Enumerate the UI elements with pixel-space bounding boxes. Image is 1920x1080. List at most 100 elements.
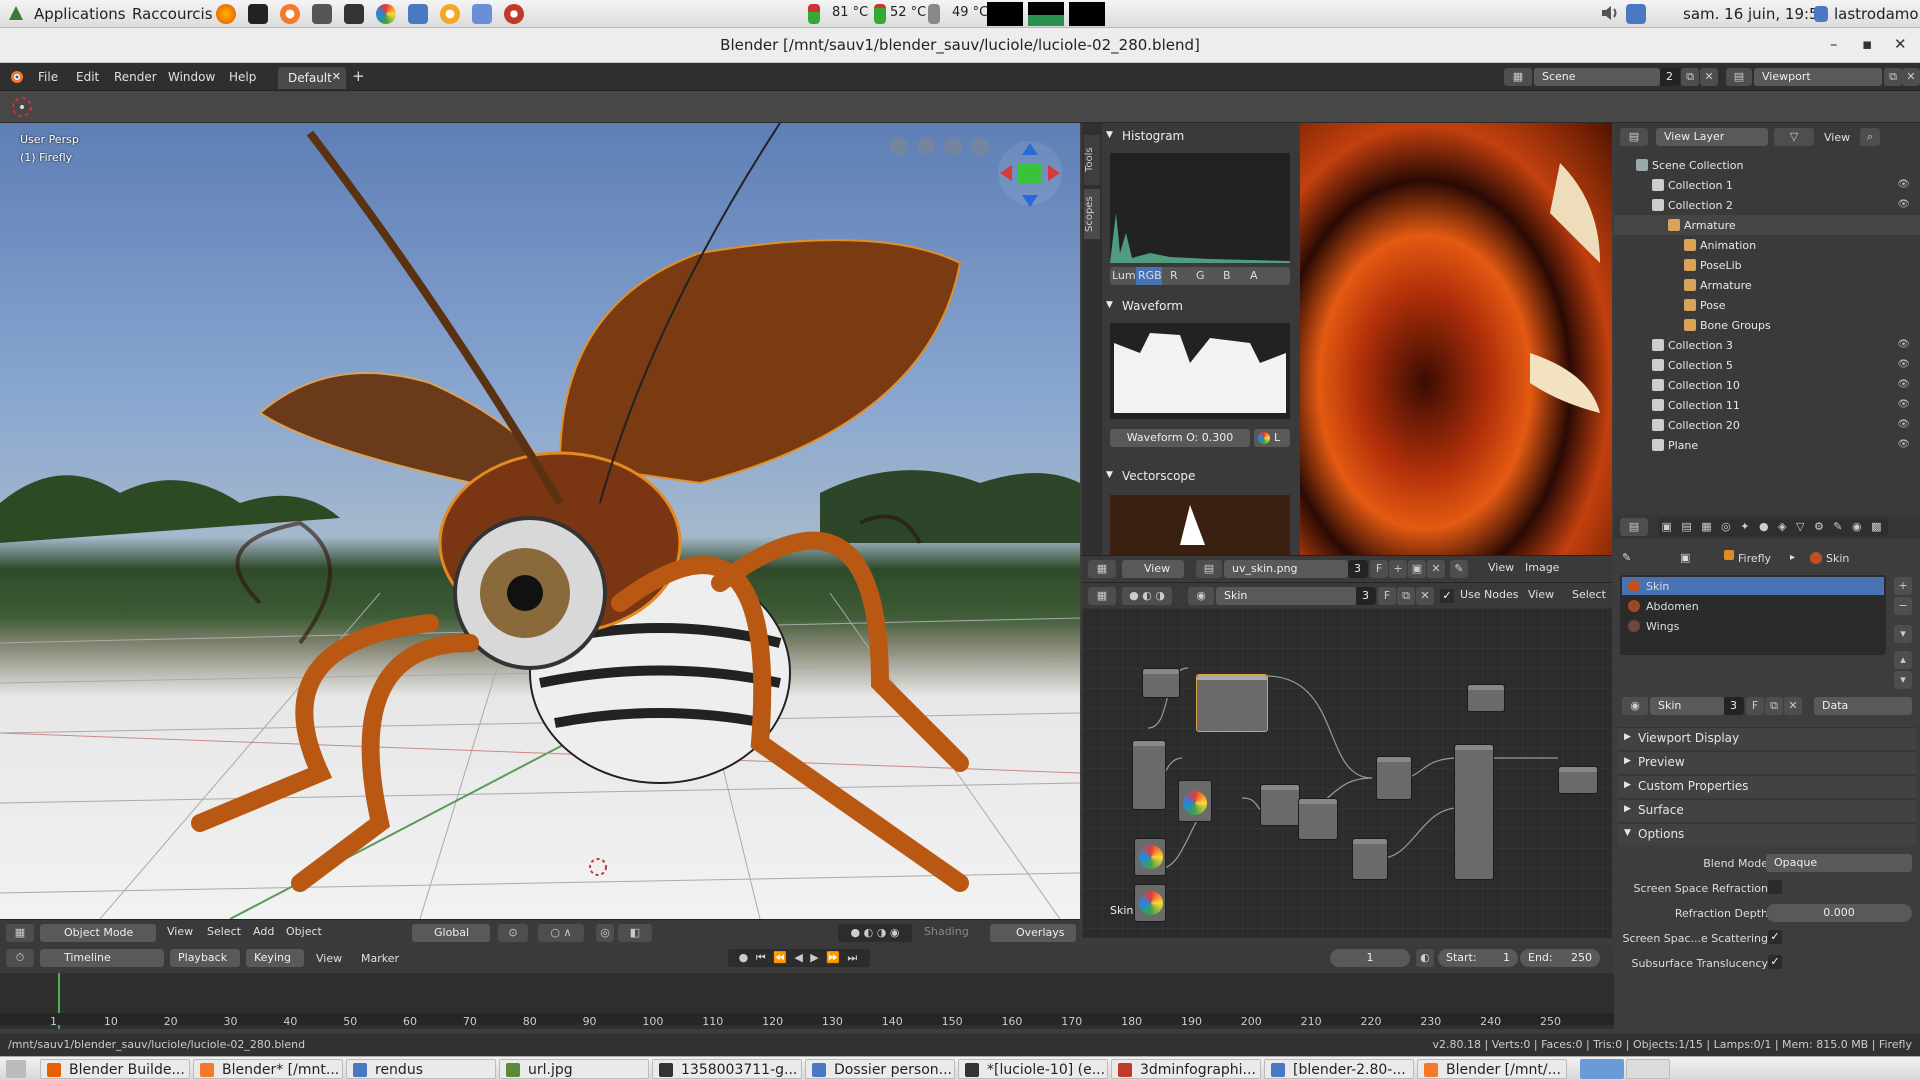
network-icon[interactable] <box>1626 4 1646 24</box>
gimp-launcher-icon[interactable] <box>312 4 332 24</box>
shading-dropdown[interactable]: Shading <box>924 925 969 938</box>
view-layer-dropdown[interactable]: View Layer <box>1656 128 1768 146</box>
properties-panel-header[interactable]: ▶ Custom Properties <box>1618 775 1916 797</box>
menu-render[interactable]: Render <box>114 70 157 84</box>
taskbar-item[interactable]: 1358003711-g... <box>652 1059 802 1079</box>
properties-type-icon[interactable]: ▤ <box>1620 518 1648 536</box>
visibility-icon[interactable]: 👁 <box>1897 199 1910 210</box>
lock-camera-icon[interactable] <box>888 135 910 160</box>
volume-icon[interactable] <box>1600 3 1622 27</box>
viewport-menu-add[interactable]: Add <box>253 925 274 938</box>
node-menu-select[interactable]: Select <box>1572 588 1606 601</box>
image-view-dropdown[interactable]: View <box>1122 560 1184 578</box>
node-selected[interactable] <box>1196 674 1268 732</box>
properties-panel-header[interactable]: ▶ Surface <box>1618 799 1916 821</box>
visibility-icon[interactable]: 👁 <box>1897 179 1910 190</box>
show-desktop-icon[interactable] <box>6 1060 26 1078</box>
color-input-node[interactable] <box>1134 884 1166 922</box>
scene-field[interactable]: Scene <box>1534 68 1660 86</box>
color-input-node[interactable] <box>1134 838 1166 876</box>
taskbar-item[interactable]: *[luciole-10] (e... <box>958 1059 1108 1079</box>
mode-dropdown[interactable]: Object Mode <box>40 924 156 942</box>
visibility-icon[interactable]: 👁 <box>1897 359 1910 370</box>
3d-viewport[interactable]: User Persp (1) Firefly <box>0 123 1080 919</box>
channel-rgb[interactable]: RGB <box>1136 267 1162 285</box>
snap-icon[interactable]: ○ ∧ <box>538 924 584 942</box>
outliner-row[interactable]: Collection 3 👁 <box>1614 335 1920 355</box>
new-material-icon[interactable]: ⧉ <box>1765 697 1783 715</box>
visibility-icon[interactable]: 👁 <box>1897 439 1910 450</box>
principled-bsdf-node[interactable] <box>1454 744 1494 880</box>
image-menu-view[interactable]: View <box>1488 561 1514 574</box>
refraction-depth-field[interactable]: 0.000 <box>1766 904 1912 922</box>
visibility-icon[interactable]: 👁 <box>1897 339 1910 350</box>
material-link-dropdown[interactable]: Data <box>1814 697 1912 715</box>
waveform-header[interactable]: ▼ Waveform <box>1106 297 1314 317</box>
taskbar-item[interactable]: 3dminfographi... <box>1111 1059 1261 1079</box>
channel-r[interactable]: R <box>1170 269 1178 282</box>
image-menu-image[interactable]: Image <box>1525 561 1559 574</box>
close-tab-icon[interactable]: ✕ <box>332 70 341 83</box>
outliner-row[interactable]: Collection 20 👁 <box>1614 415 1920 435</box>
sss-checkbox[interactable]: ✓ <box>1768 930 1782 944</box>
preview-range-icon[interactable]: ◐ <box>1416 949 1434 967</box>
start-frame-field[interactable]: Start: 1 <box>1438 949 1518 967</box>
channel-a[interactable]: A <box>1250 269 1258 282</box>
menu-file[interactable]: File <box>38 70 58 84</box>
outliner-row[interactable]: Pose <box>1614 295 1920 315</box>
node[interactable] <box>1376 756 1412 800</box>
new-scene-icon[interactable]: ⧉ <box>1681 68 1699 86</box>
properties-context-tabs[interactable]: ▣ ▤ ▦ ◎ ✦ ● ◈ ▽ ⚙ ✎ ◉ ▩ <box>1658 518 1888 536</box>
vectorscope-header[interactable]: ▼ Vectorscope <box>1106 467 1314 487</box>
viewport-menu-object[interactable]: Object <box>286 925 322 938</box>
node-editor-type-icon[interactable]: ▦ <box>1088 587 1116 605</box>
outliner-row[interactable]: Armature <box>1614 215 1920 235</box>
tab-scopes[interactable]: Scopes <box>1084 189 1100 239</box>
outliner-row[interactable]: PoseLib <box>1614 255 1920 275</box>
timeline-type-icon[interactable]: ⏱ <box>6 949 34 967</box>
taskbar-item[interactable]: url.jpg <box>499 1059 649 1079</box>
outliner-row[interactable]: Armature <box>1614 275 1920 295</box>
window-titlebar[interactable]: Blender [/mnt/sauv1/blender_sauv/luciole… <box>0 28 1920 63</box>
timeline-editor-dropdown[interactable]: Timeline <box>40 949 164 967</box>
node[interactable] <box>1467 684 1505 712</box>
pin-image-icon[interactable]: ✎ <box>1450 560 1468 578</box>
maximize-button[interactable]: ▪ <box>1862 35 1872 53</box>
shading-modes-icon[interactable]: ● ◐ ◑ ◉ <box>838 924 912 942</box>
node[interactable] <box>1352 838 1388 880</box>
cursor-tool-icon[interactable] <box>10 95 34 122</box>
material-slot-selected[interactable]: Skin <box>1622 577 1884 595</box>
channel-lum[interactable]: Lum <box>1112 269 1136 282</box>
end-frame-field[interactable]: End: 250 <box>1520 949 1600 967</box>
outliner-row[interactable]: Collection 5 👁 <box>1614 355 1920 375</box>
taskbar-item[interactable]: Dossier person... <box>805 1059 955 1079</box>
xray-icon[interactable]: ◧ <box>618 924 652 942</box>
taskbar-item[interactable]: Blender* [/mnt... <box>193 1059 343 1079</box>
tab-default[interactable]: Default ✕ <box>278 67 346 89</box>
current-frame-field[interactable]: 1 <box>1330 949 1410 967</box>
move-slot-up-icon[interactable]: ▴ <box>1894 651 1912 669</box>
files-launcher-icon[interactable] <box>408 4 428 24</box>
outliner-row[interactable]: Animation <box>1614 235 1920 255</box>
timeline-menu-marker[interactable]: Marker <box>361 952 399 965</box>
close-button[interactable]: ✕ <box>1894 35 1907 53</box>
editor-type-icon[interactable]: ▦ <box>6 924 34 942</box>
inkscape-launcher-icon[interactable] <box>344 4 364 24</box>
outliner-search-icon[interactable]: ⌕ <box>1860 128 1880 146</box>
histogram-header[interactable]: ▼ Histogram <box>1106 127 1314 147</box>
outliner-row[interactable]: Collection 10 👁 <box>1614 375 1920 395</box>
unlink-material-icon[interactable]: ✕ <box>1784 697 1802 715</box>
workspace-2[interactable] <box>1626 1059 1670 1079</box>
pivot-icon[interactable]: ⊙ <box>498 924 528 942</box>
outliner-row[interactable]: Scene Collection <box>1614 155 1920 175</box>
material-name-field[interactable]: Skin <box>1650 697 1724 715</box>
blender-alt-launcher-icon[interactable] <box>440 4 460 24</box>
material-browse-icon[interactable]: ◉ <box>1188 587 1214 605</box>
viewlayer-browse-icon[interactable]: ▤ <box>1726 68 1752 86</box>
node[interactable] <box>1142 668 1180 698</box>
channel-b[interactable]: B <box>1223 269 1231 282</box>
ssr-checkbox[interactable] <box>1768 880 1782 894</box>
outliner-row[interactable]: Collection 11 👁 <box>1614 395 1920 415</box>
user-name[interactable]: lastrodamo <box>1834 5 1919 23</box>
outliner-row[interactable]: Collection 2 👁 <box>1614 195 1920 215</box>
